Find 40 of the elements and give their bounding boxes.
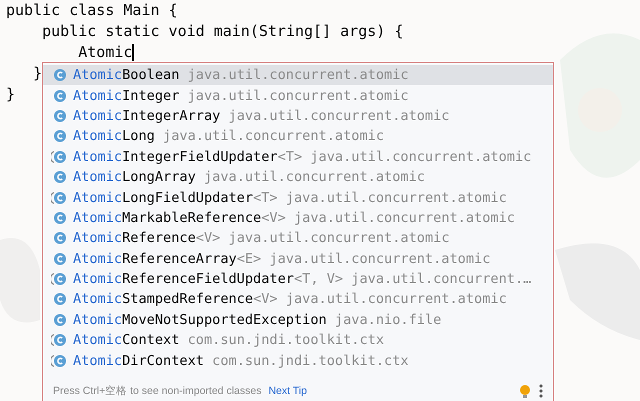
completion-text: AtomicLongFieldUpdater<T> java.util.concurrent.atomic bbox=[73, 190, 507, 206]
completion-text: AtomicIntegerArray java.util.concurrent.atomic bbox=[73, 108, 450, 124]
completion-text: AtomicReferenceArray<E> java.util.concurrent.atomic bbox=[73, 250, 490, 267]
completion-item[interactable]: AtomicMarkableReference<V> java.util.concurrent.atomic bbox=[43, 208, 553, 228]
completion-text: AtomicReference<V> java.util.concurrent.atomic bbox=[73, 230, 450, 246]
completion-text: AtomicLong java.util.concurrent.atomic bbox=[73, 128, 384, 144]
completion-item[interactable]: AtomicStampedReference<V> java.util.concurrent.atomic bbox=[43, 289, 553, 310]
completion-text: AtomicStampedReference<V> java.util.concurrent.atomic bbox=[73, 291, 507, 308]
more-icon[interactable] bbox=[539, 384, 543, 398]
completion-text: AtomicReferenceFieldUpdater<T, V> java.util.concurrent.… bbox=[73, 271, 532, 288]
lightbulb-icon[interactable] bbox=[519, 384, 531, 398]
completion-text: AtomicIntegerFieldUpdater<T> java.util.concurrent.atomic bbox=[73, 148, 532, 165]
completion-item[interactable]: AtomicMoveNotSupportedException java.nio.file bbox=[43, 310, 553, 330]
completion-item[interactable]: AtomicDirContext com.sun.jndi.toolkit.ctx bbox=[43, 350, 553, 371]
completion-text: AtomicLongArray java.util.concurrent.atomic bbox=[73, 169, 425, 186]
completion-item[interactable]: AtomicIntegerFieldUpdater<T> java.util.concurrent.atomic bbox=[43, 146, 553, 167]
completion-text: AtomicContext com.sun.jndi.toolkit.ctx bbox=[73, 332, 384, 348]
completion-item[interactable]: AtomicContext com.sun.jndi.toolkit.ctx bbox=[43, 330, 553, 350]
completion-text: AtomicInteger java.util.concurrent.atomic bbox=[73, 88, 409, 104]
code-line: public static void main(String[] args) { bbox=[41, 21, 404, 42]
completion-text: AtomicMarkableReference<V> java.util.concurrent.atomic bbox=[73, 210, 515, 226]
code-line: public class Main { bbox=[6, 0, 178, 21]
completion-item[interactable]: AtomicLong java.util.concurrent.atomic bbox=[43, 126, 553, 147]
completion-item[interactable]: AtomicLongArray java.util.concurrent.atomic bbox=[43, 166, 553, 188]
hint-text: Press Ctrl+空格 to see non-imported classes bbox=[53, 384, 262, 398]
completion-item[interactable]: AtomicReference<V> java.util.concurrent.atomic bbox=[43, 228, 553, 249]
text-caret bbox=[132, 44, 134, 61]
completion-text: AtomicBoolean java.util.concurrent.atomic bbox=[73, 67, 409, 84]
code-line: } bbox=[32, 63, 42, 84]
code-line: Atomic bbox=[77, 42, 134, 63]
completion-text: AtomicDirContext com.sun.jndi.toolkit.ctx bbox=[73, 352, 409, 369]
completion-item[interactable]: AtomicReferenceFieldUpdater<T, V> java.util.concurrent.… bbox=[43, 268, 553, 290]
completion-item[interactable]: AtomicLongFieldUpdater<T> java.util.concurrent.atomic bbox=[43, 187, 553, 208]
completion-item[interactable]: AtomicInteger java.util.concurrent.atomic bbox=[43, 85, 553, 106]
next-tip-link[interactable]: Next Tip bbox=[268, 385, 307, 397]
completion-item[interactable]: AtomicBoolean java.util.concurrent.atomic bbox=[43, 65, 553, 86]
completion-item[interactable]: AtomicIntegerArray java.util.concurrent.atomic bbox=[43, 106, 553, 126]
completion-text: AtomicMoveNotSupportedException java.nio.file bbox=[73, 312, 442, 328]
completion-item[interactable]: AtomicReferenceArray<E> java.util.concurrent.atomic bbox=[43, 248, 553, 269]
code-line: } bbox=[6, 84, 16, 105]
